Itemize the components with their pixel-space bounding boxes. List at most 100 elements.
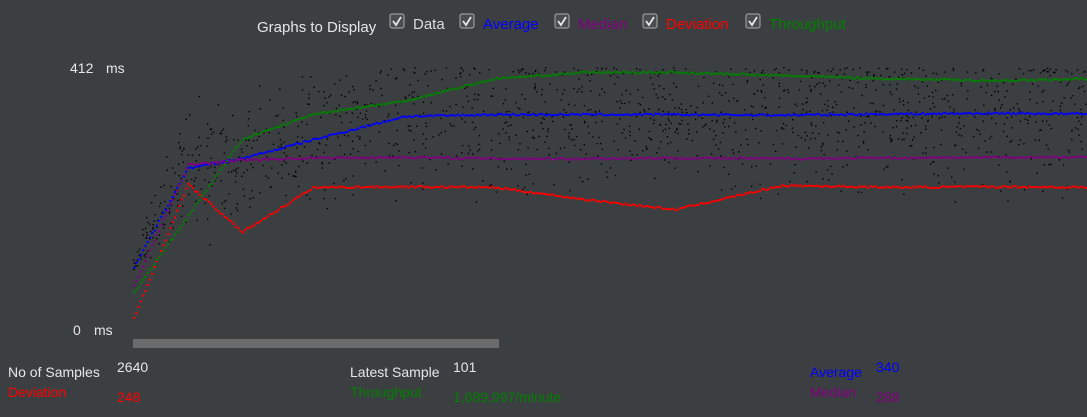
series-point — [964, 185, 968, 188]
series-point — [640, 114, 643, 117]
data-point — [259, 108, 262, 110]
series-point — [504, 77, 507, 80]
checkbox-box[interactable] — [642, 13, 658, 29]
checkbox-box[interactable] — [389, 13, 405, 29]
series-point — [597, 112, 600, 115]
series-point — [654, 207, 657, 210]
series-point — [584, 70, 587, 73]
y-axis-bottom-unit: ms — [94, 322, 113, 338]
data-point — [806, 97, 808, 100]
data-point — [268, 131, 270, 134]
checkbox-box[interactable] — [459, 13, 475, 29]
series-point — [1035, 186, 1038, 189]
data-point — [543, 118, 545, 120]
series-point — [751, 191, 754, 194]
data-point — [1012, 107, 1015, 109]
series-point — [1075, 155, 1079, 158]
series-point — [554, 74, 557, 77]
series-point — [178, 204, 181, 207]
data-point — [198, 95, 200, 98]
series-point — [597, 157, 600, 160]
data-point — [259, 192, 261, 194]
data-point — [1079, 86, 1081, 89]
series-point — [262, 130, 265, 133]
data-point — [818, 82, 820, 84]
series-point — [627, 204, 630, 207]
data-point — [960, 84, 963, 87]
series-point — [751, 115, 754, 117]
series-point — [509, 76, 512, 79]
series-point — [998, 80, 1002, 83]
series-point — [654, 157, 657, 160]
series-point — [164, 208, 167, 211]
data-point — [508, 110, 510, 113]
checkbox-box[interactable] — [554, 13, 570, 29]
series-point — [613, 157, 616, 160]
data-point — [241, 175, 243, 177]
data-point — [661, 96, 664, 98]
series-point — [661, 207, 664, 210]
series-point — [448, 186, 451, 189]
data-point — [998, 164, 1000, 166]
series-point — [892, 156, 895, 159]
series-point — [355, 106, 358, 109]
checkbox-median[interactable]: Median — [554, 13, 627, 33]
series-point — [280, 124, 283, 127]
data-point — [1006, 90, 1008, 92]
series-point — [355, 128, 358, 131]
series-point — [964, 78, 968, 81]
series-point — [171, 221, 174, 224]
data-point — [1074, 103, 1076, 105]
series-point — [493, 78, 496, 81]
data-point — [932, 102, 934, 104]
series-point — [1082, 113, 1085, 116]
data-point — [422, 101, 425, 103]
checkbox-throughput[interactable]: Throughput — [745, 13, 847, 33]
data-point — [409, 84, 411, 86]
checkbox-average[interactable]: Average — [459, 13, 539, 33]
data-point — [425, 125, 428, 128]
series-point — [482, 158, 485, 161]
series-point — [563, 114, 566, 117]
series-point — [801, 114, 804, 116]
data-point — [348, 91, 350, 93]
series-point — [817, 112, 820, 115]
series-point — [599, 112, 603, 115]
series-point — [1039, 156, 1042, 159]
checkbox-data[interactable]: Data — [389, 13, 445, 33]
series-point — [284, 124, 288, 126]
checkbox-label: Deviation — [666, 16, 729, 33]
series-point — [645, 157, 648, 160]
data-point — [646, 147, 648, 150]
series-point — [221, 166, 224, 169]
data-point — [208, 181, 210, 183]
series-point — [380, 104, 383, 107]
data-point — [653, 119, 655, 121]
data-point — [162, 223, 164, 225]
series-point — [133, 291, 136, 294]
series-point — [810, 185, 813, 187]
data-point — [236, 203, 239, 205]
horizontal-scrollbar[interactable] — [133, 339, 499, 348]
series-point — [935, 78, 938, 80]
data-point — [136, 251, 139, 253]
series-point — [647, 156, 650, 159]
data-point — [852, 68, 854, 71]
series-point — [797, 75, 800, 78]
series-point — [357, 157, 360, 160]
series-point — [690, 113, 693, 116]
data-point — [217, 104, 220, 106]
series-point — [441, 185, 444, 188]
series-point — [318, 111, 322, 114]
series-point — [382, 156, 385, 159]
series-point — [849, 75, 852, 78]
series-point — [815, 113, 818, 116]
series-point — [534, 114, 537, 117]
data-point — [718, 84, 721, 86]
checkbox-deviation[interactable]: Deviation — [642, 13, 729, 33]
series-point — [881, 78, 884, 81]
checkbox-box[interactable] — [745, 13, 761, 29]
data-point — [158, 234, 161, 236]
series-point — [137, 258, 140, 261]
series-point — [1064, 155, 1067, 158]
